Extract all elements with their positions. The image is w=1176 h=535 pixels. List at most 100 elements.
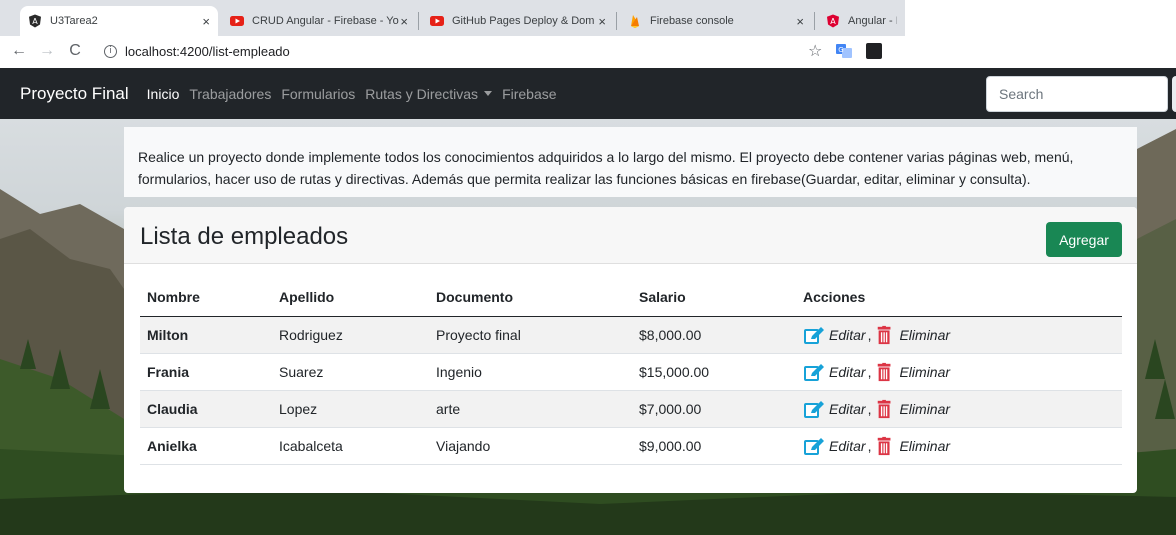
cell-salario: $8,000.00 (632, 316, 796, 354)
edit-link[interactable]: Editar (829, 401, 866, 417)
card-header: Lista de empleados Agregar (124, 207, 1137, 264)
add-button[interactable]: Agregar (1046, 222, 1122, 257)
browser-tab-bar: A U3Tarea2 × CRUD Angular - Firebase - Y… (0, 0, 905, 36)
cell-documento: Proyecto final (429, 316, 632, 354)
action-separator: , (867, 363, 872, 380)
angular-icon: A (826, 14, 840, 28)
tab-title: U3Tarea2 (50, 15, 98, 27)
action-separator: , (867, 326, 872, 343)
delete-link[interactable]: Eliminar (899, 327, 950, 343)
table-row: Anielka Icabalceta Viajando $9,000.00 Ed… (140, 427, 1122, 465)
cell-nombre: Anielka (140, 427, 272, 465)
nav-link-formularios[interactable]: Formularios (281, 86, 355, 102)
address-bar: ← → C i localhost:4200/list-empleado ☆ G (0, 36, 905, 66)
column-header-documento: Documento (429, 278, 632, 317)
trash-icon[interactable] (875, 436, 895, 456)
browser-tab-github[interactable]: GitHub Pages Deploy & Dom × (422, 6, 614, 36)
cell-nombre: Frania (140, 353, 272, 391)
url-text: localhost:4200/list-empleado (125, 43, 290, 59)
caret-down-icon (484, 91, 493, 96)
cell-salario: $9,000.00 (632, 427, 796, 465)
search-input[interactable] (986, 76, 1168, 112)
edit-icon[interactable] (803, 362, 825, 382)
reload-icon[interactable]: C (64, 42, 86, 60)
delete-link[interactable]: Eliminar (899, 364, 950, 380)
browser-tab-crud[interactable]: CRUD Angular - Firebase - Yo × (222, 6, 416, 36)
trash-icon[interactable] (875, 325, 895, 345)
nav-link-inicio[interactable]: Inicio (147, 86, 180, 102)
edit-link[interactable]: Editar (829, 327, 866, 343)
cell-nombre: Claudia (140, 390, 272, 428)
row-actions: Editar , Eliminar (803, 399, 1122, 419)
edit-icon[interactable] (803, 325, 825, 345)
back-arrow-icon[interactable]: ← (8, 42, 30, 60)
edit-icon[interactable] (803, 436, 825, 456)
action-separator: , (867, 400, 872, 417)
delete-link[interactable]: Eliminar (899, 401, 950, 417)
cell-apellido: Rodriguez (272, 316, 429, 354)
column-header-nombre: Nombre (140, 278, 272, 317)
delete-link[interactable]: Eliminar (899, 438, 950, 454)
action-separator: , (867, 437, 872, 454)
cell-nombre: Milton (140, 316, 272, 354)
employee-table: Nombre Apellido Documento Salario Accion… (140, 278, 1122, 465)
table-row: Frania Suarez Ingenio $15,000.00 Editar … (140, 353, 1122, 391)
cell-salario: $15,000.00 (632, 353, 796, 391)
forward-arrow-icon[interactable]: → (36, 42, 58, 60)
table-row: Claudia Lopez arte $7,000.00 Editar , El… (140, 390, 1122, 428)
navbar-brand[interactable]: Proyecto Final (20, 84, 129, 104)
column-header-acciones: Acciones (796, 278, 1122, 317)
youtube-icon (430, 14, 444, 28)
nav-dropdown-rutas[interactable]: Rutas y Directivas (365, 85, 493, 102)
profile-extension-icon[interactable] (866, 43, 882, 59)
app-navbar: Proyecto Final Inicio Trabajadores Formu… (0, 68, 1176, 119)
youtube-icon (230, 14, 244, 28)
url-field[interactable]: i localhost:4200/list-empleado (104, 36, 290, 66)
browser-tab-firebase[interactable]: Firebase console × (620, 6, 812, 36)
tab-separator (418, 12, 419, 30)
cell-documento: Viajando (429, 427, 632, 465)
intro-text: Realice un proyecto donde implemente tod… (138, 149, 1074, 187)
page-title: Lista de empleados (140, 223, 349, 250)
cell-acciones: Editar , Eliminar (796, 316, 1122, 354)
firebase-icon (628, 14, 642, 28)
close-icon[interactable]: × (796, 14, 804, 29)
browser-tab-angular[interactable]: A Angular - Ir (818, 6, 905, 36)
browser-tab-u3tarea2[interactable]: A U3Tarea2 × (20, 6, 218, 36)
bookmark-star-icon[interactable]: ☆ (808, 41, 822, 61)
cell-acciones: Editar , Eliminar (796, 427, 1122, 465)
cell-apellido: Icabalceta (272, 427, 429, 465)
cell-apellido: Suarez (272, 353, 429, 391)
employee-list-card: Lista de empleados Agregar Nombre Apelli… (124, 207, 1137, 493)
row-actions: Editar , Eliminar (803, 362, 1122, 382)
cell-salario: $7,000.00 (632, 390, 796, 428)
trash-icon[interactable] (875, 399, 895, 419)
edit-link[interactable]: Editar (829, 438, 866, 454)
close-icon[interactable]: × (598, 14, 606, 29)
angular-icon: A (28, 14, 42, 28)
intro-card: Realice un proyecto donde implemente tod… (124, 127, 1137, 197)
cell-documento: arte (429, 390, 632, 428)
tab-separator (814, 12, 815, 30)
edit-link[interactable]: Editar (829, 364, 866, 380)
info-icon[interactable]: i (104, 44, 117, 58)
edit-icon[interactable] (803, 399, 825, 419)
svg-text:A: A (32, 17, 38, 26)
trash-icon[interactable] (875, 362, 895, 382)
svg-text:G: G (838, 46, 843, 54)
search-button-edge[interactable] (1172, 76, 1176, 112)
cell-acciones: Editar , Eliminar (796, 390, 1122, 428)
close-icon[interactable]: × (202, 14, 210, 29)
nav-link-trabajadores[interactable]: Trabajadores (189, 86, 271, 102)
column-header-apellido: Apellido (272, 278, 429, 317)
nav-dropdown-label: Rutas y Directivas (365, 85, 479, 102)
column-header-salario: Salario (632, 278, 796, 317)
nav-link-firebase[interactable]: Firebase (502, 86, 556, 102)
row-actions: Editar , Eliminar (803, 325, 1122, 345)
table-row: Milton Rodriguez Proyecto final $8,000.0… (140, 316, 1122, 354)
tab-separator (616, 12, 617, 30)
translate-extension-icon[interactable]: G (836, 44, 852, 58)
close-icon[interactable]: × (400, 14, 408, 29)
tab-title: GitHub Pages Deploy & Dom (452, 15, 595, 27)
svg-text:A: A (830, 17, 836, 26)
